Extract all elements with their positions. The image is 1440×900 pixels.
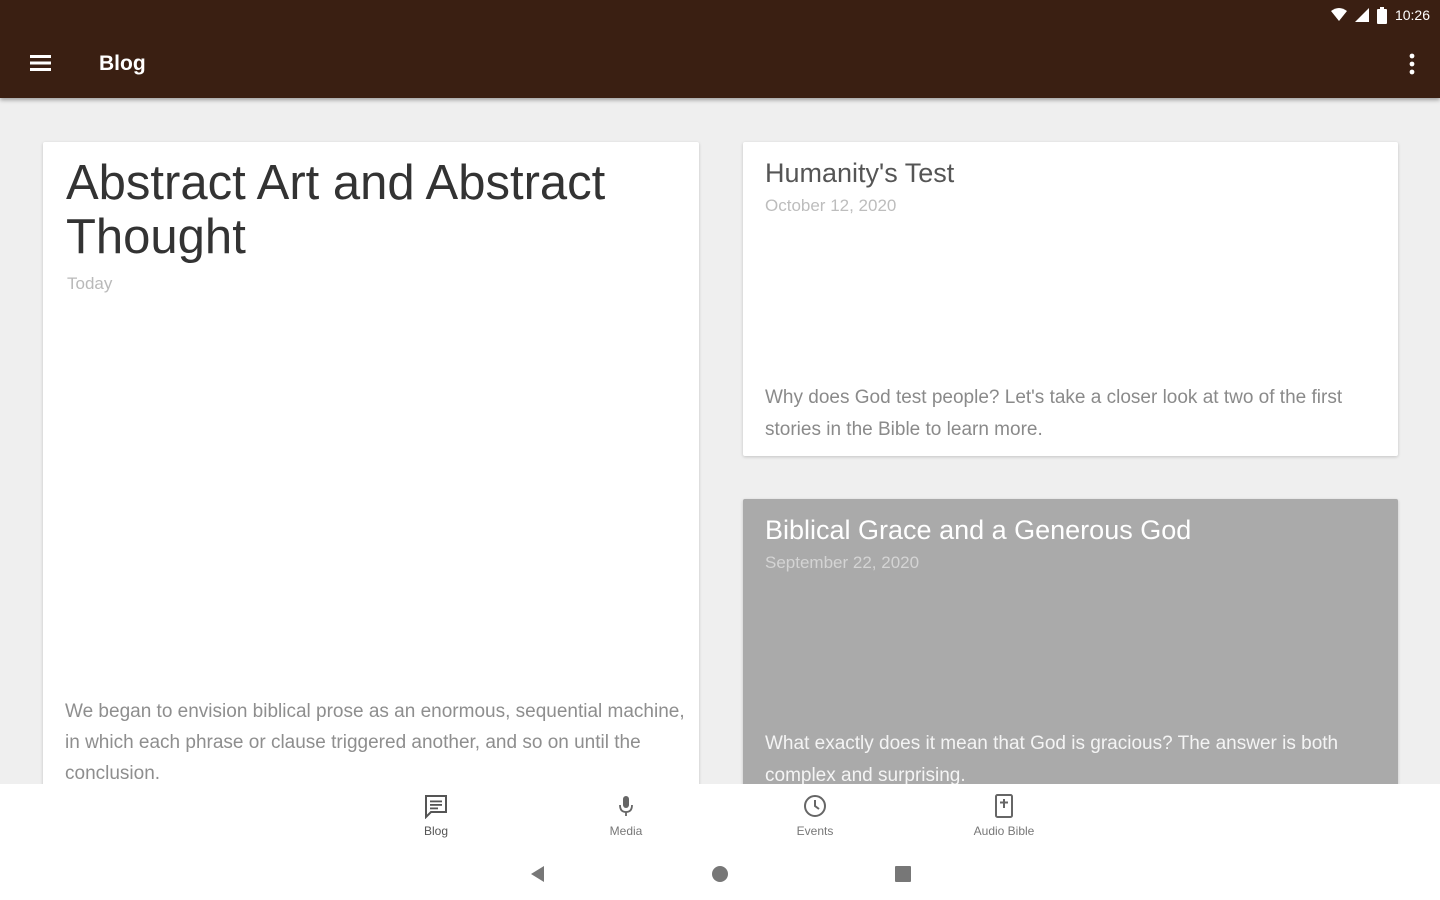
blog-feed: Abstract Art and Abstract Thought Today … xyxy=(0,98,1440,784)
post-title: Humanity's Test xyxy=(765,158,955,188)
status-time: 10:26 xyxy=(1394,7,1430,23)
nav-item-events[interactable]: Events xyxy=(765,792,865,846)
signal-icon xyxy=(1354,8,1369,22)
clock-icon xyxy=(801,792,829,820)
post-date: October 12, 2020 xyxy=(765,196,897,215)
hamburger-menu-icon xyxy=(30,55,51,71)
blog-icon xyxy=(422,792,450,820)
back-button[interactable] xyxy=(518,858,558,890)
bible-icon xyxy=(990,792,1018,820)
post-date: Today xyxy=(67,274,113,293)
wifi-icon xyxy=(1330,8,1347,21)
nav-label: Blog xyxy=(423,824,449,838)
post-title: Biblical Grace and a Generous God xyxy=(765,515,1192,545)
post-card-abstract-art[interactable]: Abstract Art and Abstract Thought Today … xyxy=(43,142,699,784)
recents-square-icon xyxy=(895,866,911,882)
post-card-humanitys-test[interactable]: Humanity's Test October 12, 2020 Why doe… xyxy=(743,142,1398,456)
app-title: Blog xyxy=(99,52,146,75)
post-excerpt: We began to envision biblical prose as a… xyxy=(65,701,685,784)
post-excerpt: What exactly does it mean that God is gr… xyxy=(765,733,1339,784)
nav-label: Audio Bible xyxy=(973,824,1035,838)
battery-icon xyxy=(1376,6,1387,24)
post-excerpt: Why does God test people? Let's take a c… xyxy=(765,387,1343,440)
post-date: September 22, 2020 xyxy=(765,553,920,572)
recents-button[interactable] xyxy=(883,858,923,890)
nav-label: Media xyxy=(609,824,643,838)
status-bar: 10:26 xyxy=(1330,4,1430,26)
post-card-biblical-grace[interactable]: Biblical Grace and a Generous God Septem… xyxy=(743,499,1398,784)
bottom-navigation: Blog Media Events Audio Bible xyxy=(0,784,1440,900)
post-title: Abstract Art and Abstract Thought xyxy=(66,156,606,264)
home-circle-icon xyxy=(712,866,728,882)
system-navigation-bar xyxy=(0,858,1440,890)
back-triangle-icon xyxy=(531,866,544,882)
nav-label: Events xyxy=(796,824,834,838)
nav-item-media[interactable]: Media xyxy=(576,792,676,846)
nav-item-audio-bible[interactable]: Audio Bible xyxy=(954,792,1054,846)
microphone-icon xyxy=(612,792,640,820)
menu-button[interactable] xyxy=(26,50,56,76)
nav-item-blog[interactable]: Blog xyxy=(386,792,486,846)
more-vert-icon xyxy=(1409,53,1415,75)
home-button[interactable] xyxy=(700,858,740,890)
app-bar: 10:26 Blog xyxy=(0,0,1440,98)
overflow-menu-button[interactable] xyxy=(1406,50,1418,78)
